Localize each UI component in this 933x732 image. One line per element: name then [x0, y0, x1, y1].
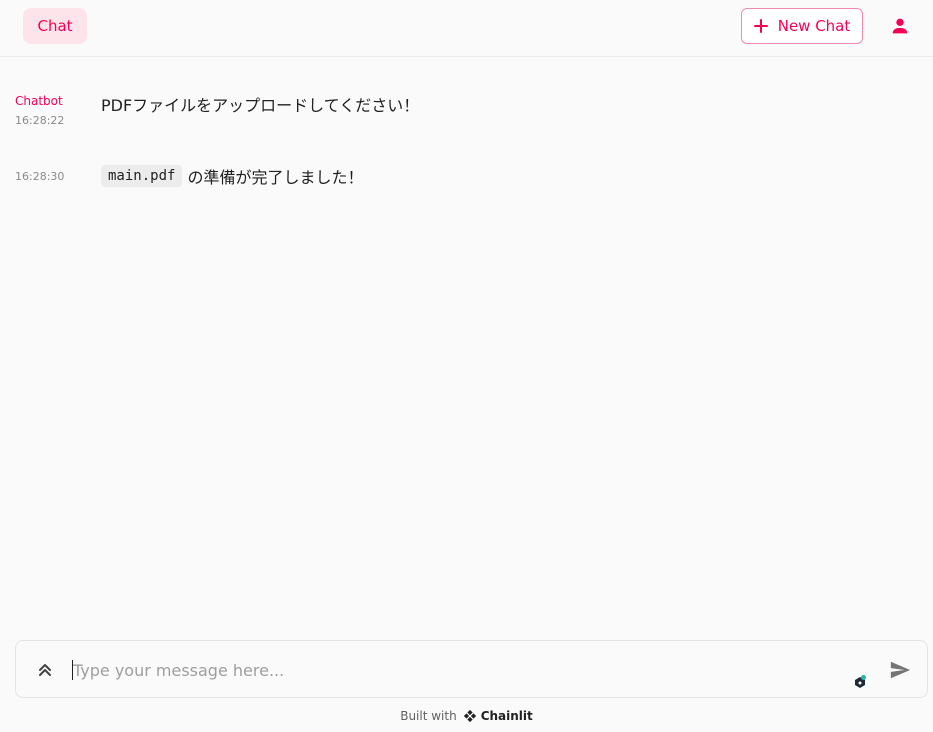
- message-composer: [15, 640, 928, 698]
- chainlit-link[interactable]: Chainlit: [463, 709, 533, 723]
- tab-chat-label: Chat: [37, 17, 73, 35]
- header: Chat New Chat: [0, 0, 933, 57]
- extension-badge-icon[interactable]: [852, 674, 868, 690]
- chainlit-brand-label: Chainlit: [480, 709, 533, 723]
- message-timestamp: 16:28:22: [15, 114, 65, 127]
- message-author: Chatbot: [15, 94, 63, 108]
- plus-icon: [753, 19, 768, 33]
- message-text: の準備が完了しました！: [187, 168, 364, 187]
- built-with-text: Built with: [400, 709, 457, 723]
- message-timestamp: 16:28:30: [15, 170, 65, 183]
- chat-app: Chat New Chat Chatbot 16:28:22 PDFファイルをア…: [0, 0, 933, 732]
- message-content: main.pdf の準備が完了しました！: [101, 164, 363, 188]
- user-menu-button[interactable]: [888, 14, 912, 38]
- user-icon: [892, 18, 908, 34]
- new-chat-button[interactable]: New Chat: [741, 8, 863, 44]
- chainlit-logo-icon: [463, 709, 476, 723]
- file-name-code: main.pdf: [101, 165, 183, 187]
- send-icon[interactable]: [889, 659, 911, 681]
- chevrons-up-icon[interactable]: [36, 661, 54, 679]
- new-chat-label: New Chat: [777, 17, 851, 35]
- message-content: PDFファイルをアップロードしてください！: [101, 96, 420, 115]
- tab-chat[interactable]: Chat: [23, 8, 87, 44]
- message-input[interactable]: [73, 655, 833, 685]
- footer: Built with Chainlit: [0, 706, 933, 726]
